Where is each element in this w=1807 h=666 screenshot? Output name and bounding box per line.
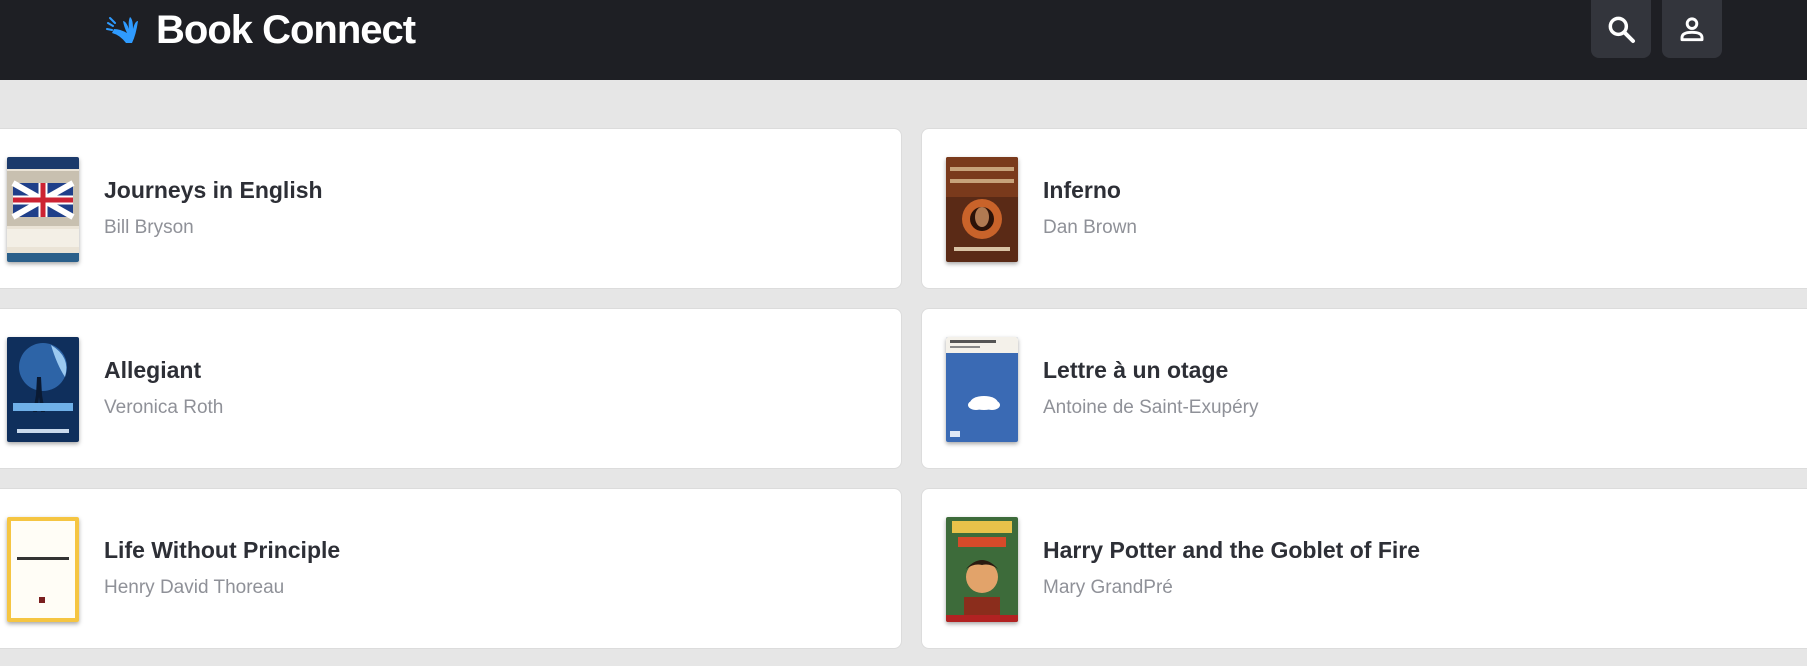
book-card[interactable]: Harry Potter and the Goblet of Fire Mary… <box>921 488 1807 649</box>
book-title: Life Without Principle <box>104 537 341 563</box>
book-title: Harry Potter and the Goblet of Fire <box>1043 537 1420 563</box>
book-card[interactable]: Inferno Dan Brown <box>921 128 1807 289</box>
book-cover <box>7 337 79 442</box>
book-cover <box>7 157 79 262</box>
search-icon <box>1608 16 1635 43</box>
top-bar: Book Connect <box>0 0 1807 80</box>
book-author: Veronica Roth <box>104 397 224 418</box>
book-author: Henry David Thoreau <box>104 577 285 598</box>
book-card[interactable]: Allegiant Veronica Roth <box>0 308 902 469</box>
book-cover <box>7 517 79 622</box>
book-card[interactable]: Life Without Principle Henry David Thore… <box>0 488 902 649</box>
book-title: Lettre à un otage <box>1043 357 1229 383</box>
book-title: Inferno <box>1043 177 1121 203</box>
account-button[interactable] <box>1662 0 1722 58</box>
book-author: Antoine de Saint-Exupéry <box>1043 397 1259 418</box>
book-card[interactable]: Journeys in English Bill Bryson <box>0 128 902 289</box>
hand-wave-logo-icon <box>106 16 138 43</box>
person-icon <box>1680 17 1704 42</box>
book-cover <box>946 337 1018 442</box>
book-card[interactable]: Lettre à un otage Antoine de Saint-Exupé… <box>921 308 1807 469</box>
book-cover <box>946 517 1018 622</box>
book-author: Mary GrandPré <box>1043 577 1173 598</box>
brand-title: Book Connect <box>156 8 416 52</box>
book-author: Bill Bryson <box>104 217 194 238</box>
book-title: Journeys in English <box>104 177 323 203</box>
brand[interactable]: Book Connect <box>106 8 416 53</box>
book-cover <box>946 157 1018 262</box>
book-author: Dan Brown <box>1043 217 1137 238</box>
search-button[interactable] <box>1591 0 1651 58</box>
book-title: Allegiant <box>104 357 202 383</box>
